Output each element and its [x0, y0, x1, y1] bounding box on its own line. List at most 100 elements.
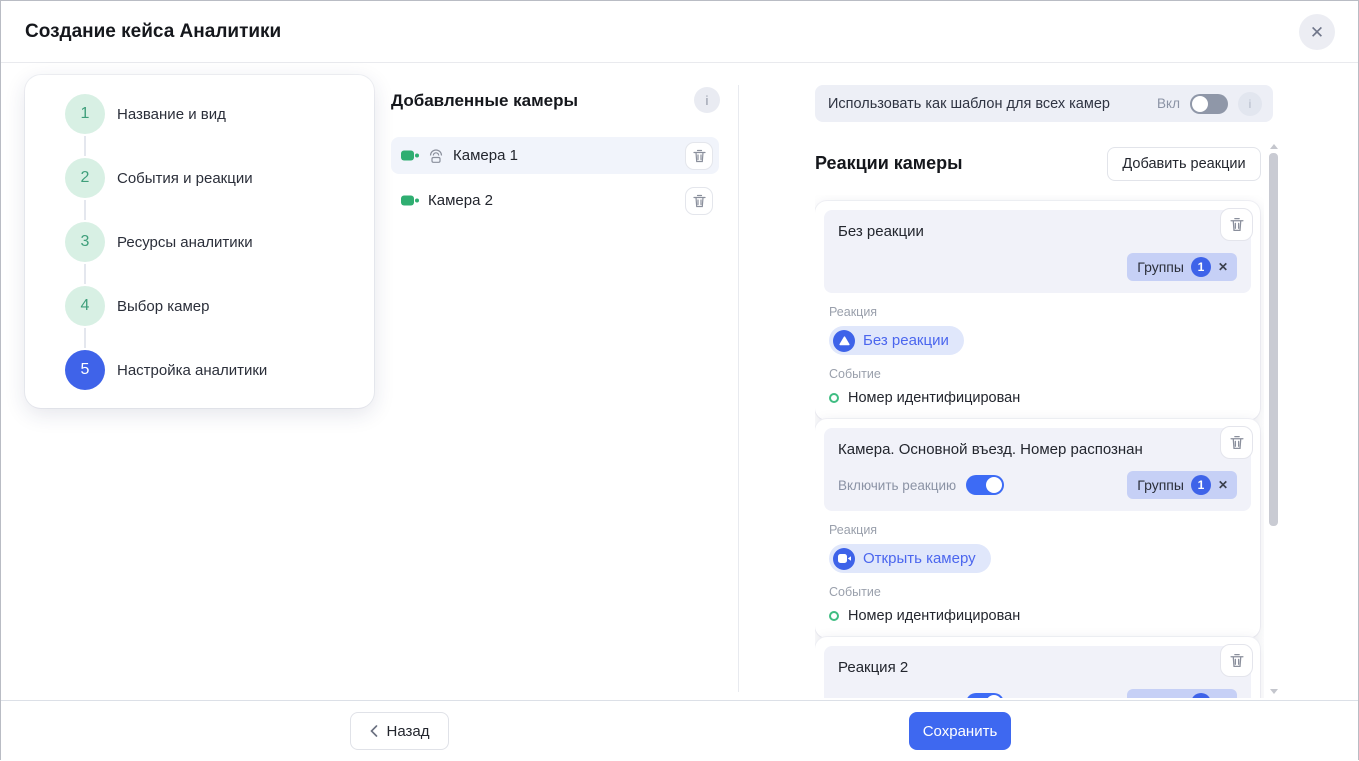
enable-reaction-toggle[interactable]: [966, 693, 1005, 698]
enable-reaction-label: Включить реакцию: [838, 696, 956, 699]
trash-icon: [1229, 217, 1244, 232]
camera-reactions-title: Реакции камеры: [815, 153, 963, 173]
wizard-step-analytics-resources[interactable]: 3 Ресурсы аналитики: [65, 222, 374, 284]
delete-camera-button[interactable]: [685, 186, 713, 215]
groups-chip[interactable]: Группы 1 ✕: [1127, 689, 1237, 698]
analytics-case-dialog: Создание кейса Аналитики ✕ 1 Название и …: [0, 0, 1359, 761]
step-label: Название и вид: [117, 105, 226, 123]
toggle-knob: [986, 695, 1003, 698]
wizard-step-events-reactions[interactable]: 2 События и реакции: [65, 158, 374, 220]
save-button[interactable]: Сохранить: [909, 712, 1011, 750]
reaction-card-header: Реакция 2 Включить реакцию Группы 1 ✕: [824, 646, 1251, 698]
add-reactions-button[interactable]: Добавить реакции: [1107, 147, 1261, 181]
close-icon: ✕: [1309, 22, 1325, 42]
column-divider: [738, 85, 739, 692]
groups-count-badge: 1: [1190, 693, 1211, 698]
delete-camera-button[interactable]: [685, 141, 713, 170]
reaction-field-label: Реакция: [829, 305, 878, 319]
back-button[interactable]: Назад: [350, 712, 449, 750]
trash-icon: [1229, 435, 1244, 450]
reactions-scroll-area[interactable]: Без реакции Группы 1 ✕ Реакция Без реакц…: [815, 195, 1264, 698]
template-banner-label: Использовать как шаблон для всех камер: [828, 95, 1110, 112]
reaction-card: Реакция 2 Включить реакцию Группы 1 ✕: [815, 637, 1260, 698]
enable-reaction-toggle[interactable]: [966, 475, 1005, 495]
reaction-card-title: Реакция 2: [838, 659, 909, 676]
wizard-step-camera-selection[interactable]: 4 Выбор камер: [65, 286, 374, 348]
ptz-camera-icon: [427, 148, 445, 164]
reaction-card-header: Камера. Основной въезд. Номер распознан …: [824, 428, 1251, 511]
camera-icon: [401, 149, 420, 162]
chip-close-icon[interactable]: ✕: [1218, 696, 1228, 698]
delete-reaction-button[interactable]: [1220, 644, 1253, 677]
step-number-circle: 4: [65, 286, 105, 326]
event-row: Номер идентифицирован: [829, 390, 1251, 406]
step-label: Выбор камер: [117, 297, 210, 315]
vertical-scrollbar[interactable]: [1267, 141, 1280, 697]
groups-chip-label: Группы: [1137, 259, 1184, 275]
step-label: События и реакции: [117, 169, 253, 187]
chevron-left-icon: [369, 725, 377, 737]
reaction-card: Без реакции Группы 1 ✕ Реакция Без реакц…: [815, 201, 1260, 420]
template-toggle[interactable]: [1190, 93, 1228, 114]
trash-icon: [1229, 653, 1244, 668]
chip-close-icon[interactable]: ✕: [1218, 478, 1228, 492]
reaction-card: Камера. Основной въезд. Номер распознан …: [815, 419, 1260, 638]
step-number-circle: 1: [65, 94, 105, 134]
reaction-pill[interactable]: Без реакции: [829, 326, 964, 355]
step-number-circle: 3: [65, 222, 105, 262]
enable-reaction-label: Включить реакцию: [838, 477, 957, 493]
added-cameras-info-icon[interactable]: i: [694, 87, 720, 113]
step-number-circle: 5: [65, 350, 105, 390]
scroll-down-arrow-icon[interactable]: [1270, 689, 1278, 694]
template-toggle-label: Вкл: [1157, 96, 1180, 111]
camera-name: Камера 2: [428, 192, 493, 209]
open-camera-icon: [833, 547, 855, 570]
trash-icon: [692, 194, 706, 207]
groups-chip-label: Группы: [1137, 477, 1184, 493]
reaction-card-header: Без реакции Группы 1 ✕: [824, 210, 1251, 293]
chip-close-icon[interactable]: ✕: [1218, 260, 1228, 274]
template-info-icon[interactable]: i: [1238, 91, 1262, 116]
wizard-step-analytics-settings[interactable]: 5 Настройка аналитики: [65, 350, 374, 390]
event-name: Номер идентифицирован: [848, 608, 1021, 624]
delete-reaction-button[interactable]: [1220, 208, 1253, 241]
event-field-label: Событие: [829, 367, 881, 381]
camera-name: Камера 1: [453, 147, 518, 164]
back-button-label: Назад: [386, 722, 430, 740]
dialog-header: Создание кейса Аналитики ✕: [1, 1, 1358, 63]
reaction-pill[interactable]: Открыть камеру: [829, 544, 991, 573]
camera-list-item[interactable]: Камера 2: [391, 182, 719, 219]
event-status-icon: [829, 393, 839, 403]
groups-chip-label: Группы: [1137, 695, 1184, 698]
wizard-step-name-type[interactable]: 1 Название и вид: [65, 94, 374, 156]
event-name: Номер идентифицирован: [848, 390, 1021, 406]
groups-chip[interactable]: Группы 1 ✕: [1127, 253, 1237, 281]
reaction-card-title: Камера. Основной въезд. Номер распознан: [838, 441, 1143, 458]
reaction-card-title: Без реакции: [838, 223, 924, 240]
delete-reaction-button[interactable]: [1220, 426, 1253, 459]
wizard-steps-panel: 1 Название и вид 2 События и реакции 3 Р…: [25, 75, 374, 408]
template-banner: Использовать как шаблон для всех камер В…: [815, 85, 1273, 122]
groups-count-badge: 1: [1190, 475, 1211, 495]
camera-icon: [401, 194, 420, 207]
page-title: Создание кейса Аналитики: [25, 21, 282, 42]
toggle-knob: [986, 477, 1003, 493]
no-reaction-icon: [833, 329, 855, 352]
reaction-pill-text: Без реакции: [863, 332, 949, 349]
close-button[interactable]: ✕: [1299, 14, 1335, 50]
added-cameras-title: Добавленные камеры: [391, 91, 579, 110]
camera-list-item[interactable]: Камера 1: [391, 137, 719, 174]
step-number-circle: 2: [65, 158, 105, 198]
step-label: Ресурсы аналитики: [117, 233, 253, 251]
step-label: Настройка аналитики: [117, 361, 268, 379]
event-row: Номер идентифицирован: [829, 608, 1251, 624]
scroll-up-arrow-icon[interactable]: [1270, 144, 1278, 149]
groups-chip[interactable]: Группы 1 ✕: [1127, 471, 1237, 499]
scrollbar-thumb[interactable]: [1269, 153, 1278, 526]
reaction-field-label: Реакция: [829, 523, 878, 537]
event-status-icon: [829, 611, 839, 621]
groups-count-badge: 1: [1190, 257, 1211, 277]
dialog-footer: Назад Сохранить: [1, 700, 1358, 761]
toggle-knob: [1192, 95, 1208, 112]
reaction-pill-text: Открыть камеру: [863, 550, 976, 567]
